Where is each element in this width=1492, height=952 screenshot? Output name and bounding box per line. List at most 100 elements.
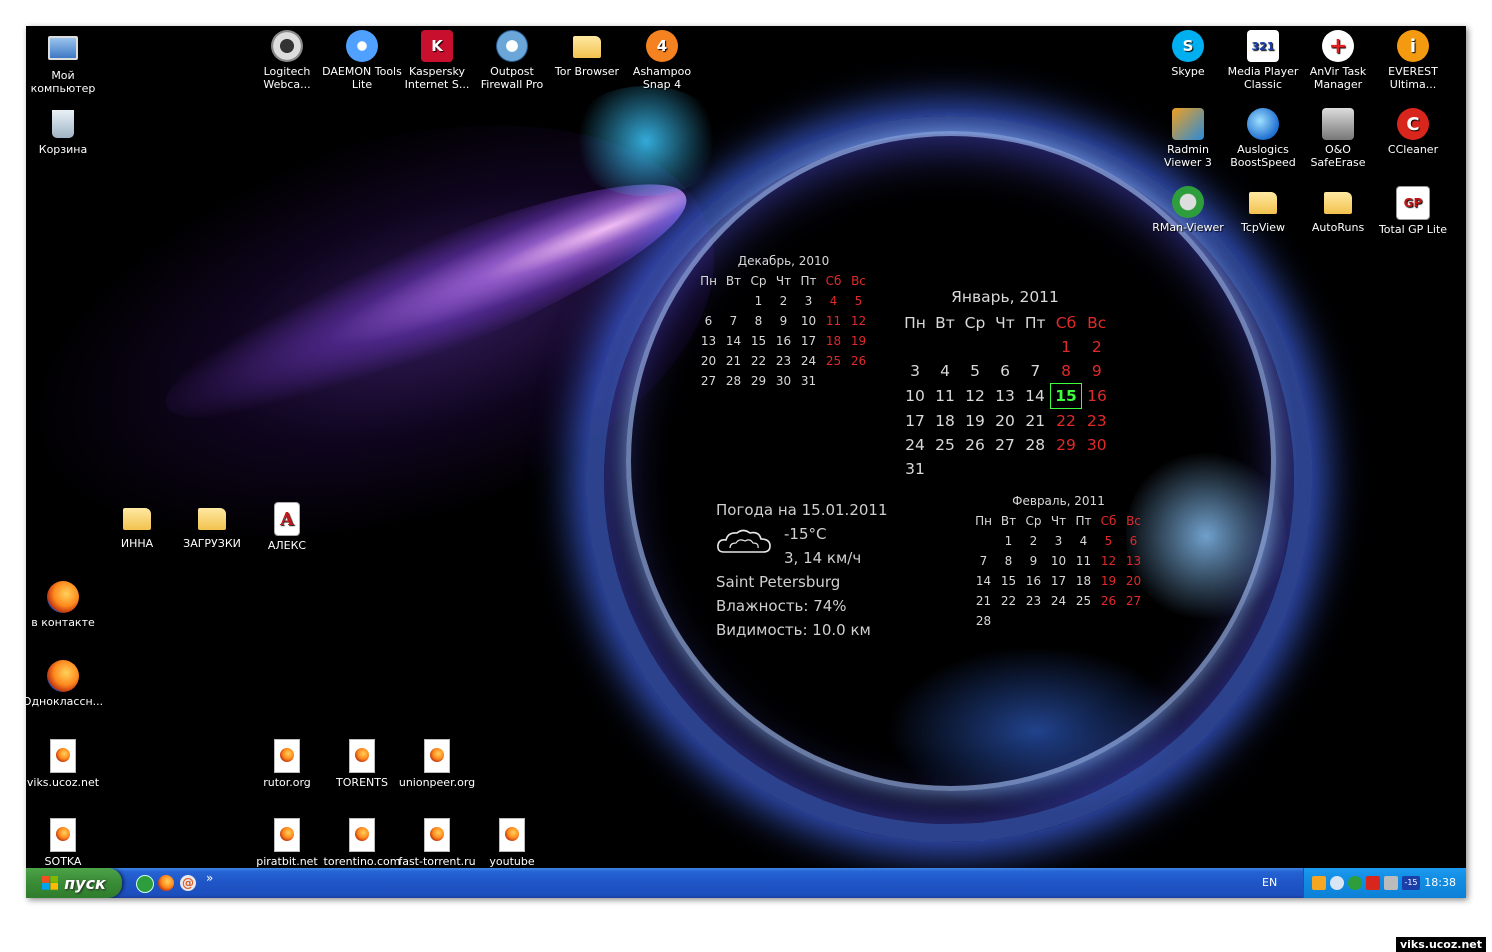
rutor-shortcut[interactable]: rutor.org	[246, 739, 328, 789]
icon-label: ИННА	[120, 537, 154, 550]
calendar-day	[900, 335, 930, 359]
tray-weather-icon[interactable]: -15	[1402, 876, 1420, 890]
weekday-label: Пн	[904, 314, 926, 332]
ashampoo-snap-icon-item[interactable]: 4 Ashampoo Snap 4	[621, 30, 703, 91]
document-aleks-icon-item[interactable]: A АЛЕКС	[246, 502, 328, 552]
calendar-day	[990, 335, 1020, 359]
weekday-label: Сб	[1100, 514, 1117, 528]
radmin-viewer-icon-item[interactable]: Radmin Viewer 3	[1147, 108, 1229, 169]
outpost-firewall-icon-item[interactable]: Outpost Firewall Pro	[471, 30, 553, 91]
language-indicator[interactable]: EN	[1262, 876, 1277, 889]
icon-label: O&O SafeErase	[1310, 143, 1366, 169]
anvir-task-manager-icon-item[interactable]: + AnVir Task Manager	[1297, 30, 1379, 91]
tray-kaspersky-icon[interactable]	[1366, 876, 1380, 890]
my-computer-icon-item[interactable]: Мой компьютер	[26, 30, 104, 95]
calendar-day: 2	[1029, 534, 1038, 548]
skype-icon-item[interactable]: S Skype	[1147, 30, 1229, 78]
quicklaunch-more-chevron-icon[interactable]: »	[206, 871, 213, 885]
icon-label: CCleaner	[1387, 143, 1439, 156]
media-player-classic-icon-item[interactable]: 321 Media Player Classic	[1222, 30, 1304, 91]
unionpeer-shortcut[interactable]: unionpeer.org	[396, 739, 478, 789]
weather-visibility: Видимость: 10.0 км	[716, 621, 871, 639]
calendar-day: 13	[995, 387, 1015, 405]
total-gp-lite-icon-item[interactable]: GP Total GP Lite	[1372, 186, 1454, 236]
calendar-day	[1121, 611, 1146, 631]
calendar-day: 17	[905, 411, 925, 430]
calendar-day: 15	[750, 334, 767, 348]
calendar-day: 16	[1025, 574, 1042, 588]
taskbar-clock[interactable]: 18:38	[1424, 876, 1456, 889]
tray-shield-icon[interactable]	[1330, 876, 1344, 890]
vkontakte-shortcut[interactable]: в контакте	[26, 581, 104, 629]
ccleaner-icon-item[interactable]: C CCleaner	[1372, 108, 1454, 156]
calendar-day: 6	[1000, 362, 1010, 381]
folder-zagruzki-icon-item[interactable]: ЗАГРУЗКИ	[171, 502, 253, 550]
weekday-label: Чт	[995, 314, 1015, 332]
icon-label: TORENTS	[336, 776, 388, 789]
tray-network-icon[interactable]	[1384, 876, 1398, 890]
youtube-shortcut[interactable]: youtube	[471, 818, 553, 868]
daemon-tools-icon-item[interactable]: DAEMON Tools Lite	[321, 30, 403, 91]
weekday-label: Вс	[1126, 514, 1141, 528]
tcpview-icon-item[interactable]: TcpView	[1222, 186, 1304, 234]
torents-shortcut[interactable]: TORENTS	[321, 739, 403, 789]
icon-label: Одноклассн...	[26, 695, 104, 708]
calendar-day: 21	[1025, 411, 1046, 430]
weather-title: Погода на 15.01.2011	[716, 501, 888, 519]
icon-label: Корзина	[38, 143, 88, 156]
calendar-day: 22	[1056, 412, 1076, 430]
sotka-shortcut[interactable]: SOTKA	[26, 818, 104, 868]
recycle-bin-icon-item[interactable]: Корзина	[26, 108, 104, 156]
firefox-icon	[47, 581, 79, 613]
calendar-day: 28	[725, 374, 742, 388]
start-button[interactable]: пуск	[26, 868, 122, 898]
rman-viewer-icon-item[interactable]: RMan-Viewer	[1147, 186, 1229, 234]
icon-label: RMan-Viewer	[1152, 221, 1224, 234]
viks-ucoz-shortcut[interactable]: viks.ucoz.net	[26, 739, 104, 789]
weather-widget: Погода на 15.01.2011 -15°C 3, 14 км/ч Sa…	[716, 498, 888, 642]
weekday-label: Ср	[750, 274, 767, 288]
calendar-title: Февраль, 2011	[1012, 494, 1105, 508]
calendar-day: 7	[979, 554, 988, 568]
calendar-day: 13	[700, 334, 717, 348]
torentino-shortcut[interactable]: torentino.com	[321, 818, 403, 868]
kaspersky-icon-item[interactable]: K Kaspersky Internet S...	[396, 30, 478, 91]
calendar-day: 30	[775, 374, 792, 388]
calendar-day: 31	[800, 374, 817, 388]
calendar-day: 23	[1086, 411, 1107, 430]
mail-quicklaunch-icon[interactable]: @	[180, 875, 196, 891]
calendar-day: 4	[940, 362, 950, 381]
autoruns-icon-item[interactable]: AutoRuns	[1297, 186, 1379, 234]
piratbit-shortcut[interactable]: piratbit.net	[246, 818, 328, 868]
week-row: 3 4 5 6 7 8 9	[900, 359, 1112, 384]
folder-icon	[198, 508, 226, 530]
everest-icon-item[interactable]: i EVEREST Ultima...	[1372, 30, 1454, 91]
total-gp-icon: GP	[1396, 186, 1430, 220]
folder-inna-icon-item[interactable]: ИННА	[96, 502, 178, 550]
week-row: 1 2 3 4 5	[696, 291, 871, 311]
calendar-day	[1020, 335, 1051, 359]
calendar-day: 29	[1056, 436, 1076, 454]
auslogics-boostspeed-icon-item[interactable]: Auslogics BoostSpeed	[1222, 108, 1304, 169]
fast-torrent-shortcut[interactable]: fast-torrent.ru	[396, 818, 478, 868]
tor-browser-icon-item[interactable]: Tor Browser	[546, 30, 628, 78]
weekday-label: Вс	[1087, 314, 1107, 332]
oo-safeerase-icon-item[interactable]: O&O SafeErase	[1297, 108, 1379, 169]
weather-temperature: -15°C	[784, 525, 827, 543]
tray-app-icon[interactable]	[1312, 876, 1326, 890]
calendar-day: 14	[1025, 387, 1045, 405]
folder-icon	[123, 508, 151, 530]
odnoklassniki-shortcut[interactable]: Одноклассн...	[26, 660, 104, 708]
utorrent-quicklaunch-icon[interactable]	[136, 875, 154, 893]
logitech-webcam-icon-item[interactable]: Logitech Webca...	[246, 30, 328, 91]
calendar-day	[721, 291, 746, 311]
icon-label: Total GP Lite	[1378, 223, 1448, 236]
calendar-day: 4	[1079, 534, 1088, 548]
calendar-day	[1096, 611, 1121, 631]
calendar-day: 23	[1025, 594, 1042, 608]
firefox-quicklaunch-icon[interactable]	[158, 875, 174, 891]
tray-utorrent-icon[interactable]	[1348, 876, 1362, 890]
firefox-document-icon	[274, 818, 300, 852]
icon-label: Outpost Firewall Pro	[480, 65, 544, 91]
firefox-document-icon	[349, 818, 375, 852]
